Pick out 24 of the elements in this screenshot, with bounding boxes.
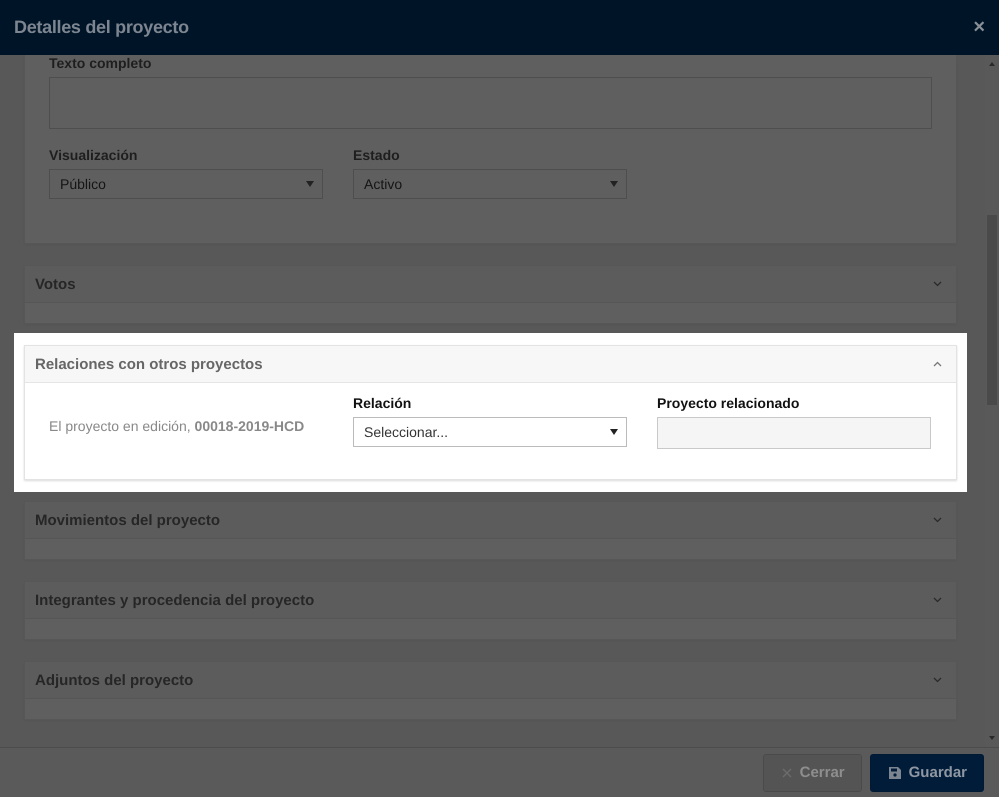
dropdown-select[interactable]: Público [49, 169, 323, 199]
input-field[interactable] [657, 417, 931, 449]
chevron-down-icon[interactable] [933, 597, 942, 603]
caret-icon [306, 181, 314, 187]
x-icon [782, 768, 792, 778]
field-label: Proyecto relacionado [657, 395, 800, 411]
dialog-title: Detalles del proyecto [14, 17, 189, 38]
description-text: El proyecto en edición, 00018-2019-HCD [49, 417, 306, 436]
chevron-down-icon[interactable] [933, 677, 942, 683]
section-title: Relaciones con otros proyectos [35, 356, 263, 372]
caret-icon [610, 181, 618, 187]
relation-select[interactable]: Seleccionar... [353, 417, 627, 447]
save-button[interactable]: Guardar [870, 754, 984, 792]
chevron-down-icon[interactable] [933, 517, 942, 523]
field-label: Estado [353, 147, 401, 163]
field-label: Visualización [49, 147, 138, 163]
field-label: Texto completo [49, 55, 152, 71]
section-header[interactable]: Relaciones con otros proyectos [25, 346, 956, 383]
chevron-down-icon[interactable] [933, 281, 942, 287]
close-button[interactable]: × [969, 16, 989, 39]
dropdown-select[interactable]: Activo [353, 169, 627, 199]
field-label: Relación [353, 395, 412, 411]
caret-icon [610, 429, 618, 435]
chevron-up-icon[interactable] [933, 361, 942, 367]
